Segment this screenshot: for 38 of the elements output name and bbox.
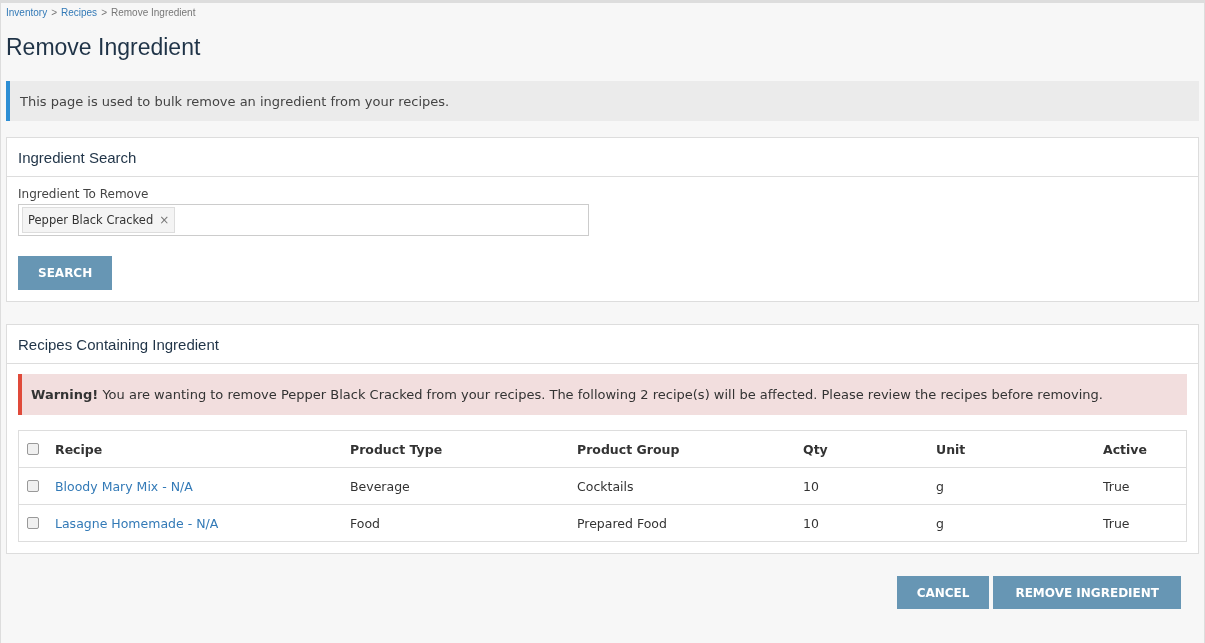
breadcrumb-link[interactable]: Recipes: [61, 7, 98, 18]
recipe-link[interactable]: Bloody Mary Mix - N/A: [55, 478, 193, 494]
table-cell: g: [936, 515, 944, 531]
table-cell: True: [1103, 478, 1130, 494]
table-cell: True: [1103, 515, 1130, 531]
breadcrumb-link[interactable]: Inventory: [6, 7, 48, 18]
search-button[interactable]: SEARCH: [18, 256, 113, 290]
warning-message: Warning! You are wanting to remove Pepper Black Cracked from your recipes. The following 2 recipe(s) will be affected. Please review the recipes before removing.: [18, 374, 1187, 415]
remove-tag-button[interactable]: ×: [159, 213, 170, 227]
ingredient-field[interactable]: Pepper Black Cracked ×: [18, 204, 589, 236]
breadcrumb-current: Remove Ingredient: [110, 7, 196, 18]
select-all-checkbox[interactable]: [27, 443, 39, 455]
column-header: Product Type: [350, 441, 443, 457]
cancel-button[interactable]: CANCEL: [896, 576, 990, 609]
breadcrumb-separator: >: [101, 7, 107, 18]
remove-button[interactable]: REMOVE INGREDIENT: [993, 576, 1181, 609]
table-cell: Beverage: [350, 478, 410, 494]
row-checkbox[interactable]: [27, 480, 39, 492]
table-cell: g: [936, 478, 944, 494]
panel-title: Recipes Containing Ingredient: [7, 325, 1198, 364]
column-header: Active: [1103, 441, 1147, 457]
breadcrumb-separator: >: [51, 7, 57, 18]
table-cell: 10: [803, 478, 819, 494]
field-label: Ingredient To Remove: [18, 187, 150, 201]
table-cell: Food: [350, 515, 380, 531]
table-cell: Prepared Food: [577, 515, 667, 531]
table-cell: Cocktails: [577, 478, 634, 494]
tag-label: Pepper Black Cracked: [28, 213, 154, 227]
info-message: This page is used to bulk remove an ingredient from your recipes.: [6, 81, 1199, 121]
column-header: Product Group: [577, 441, 680, 457]
table-cell: 10: [803, 515, 819, 531]
column-header: Unit: [936, 441, 966, 457]
recipe-link[interactable]: Lasagne Homemade - N/A: [55, 515, 219, 531]
column-header: Qty: [803, 441, 828, 457]
page-title: Remove Ingredient: [6, 33, 202, 61]
column-header: Recipe: [55, 441, 103, 457]
row-checkbox[interactable]: [27, 517, 39, 529]
panel-title: Ingredient Search: [7, 138, 1198, 177]
